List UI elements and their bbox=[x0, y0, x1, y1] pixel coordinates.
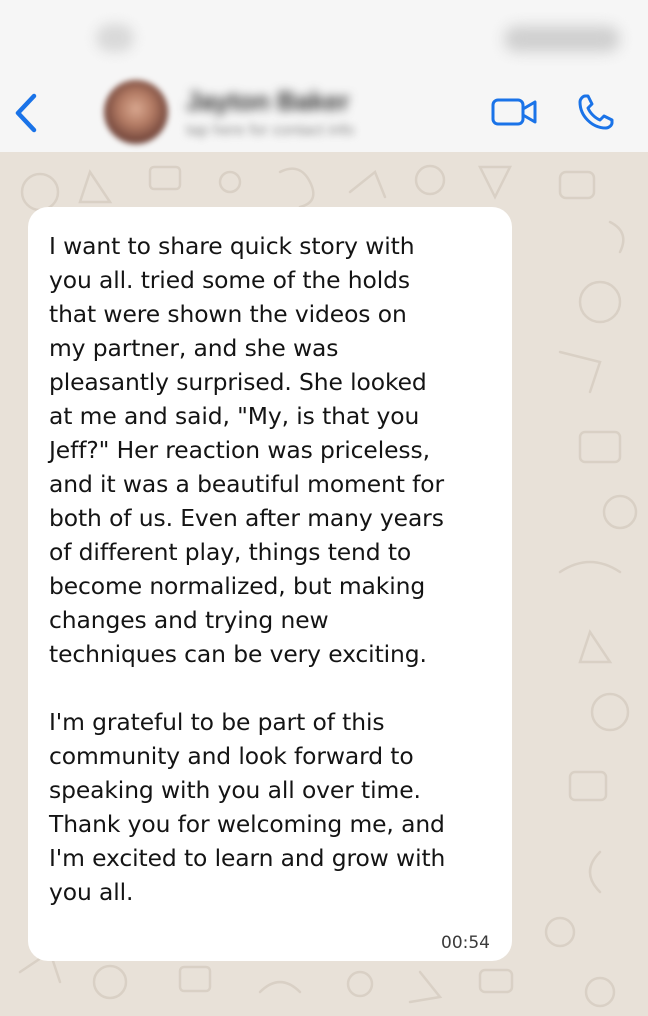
voice-call-button[interactable] bbox=[576, 92, 616, 132]
message-paragraph: I want to share quick story with you all… bbox=[49, 232, 445, 668]
chat-header: Jayton Baker tap here for contact info bbox=[0, 0, 648, 153]
status-bar-indicators bbox=[504, 26, 620, 52]
chevron-left-icon bbox=[15, 93, 37, 133]
message-bubble[interactable]: I want to share quick story with you all… bbox=[28, 207, 512, 961]
status-bar-time bbox=[96, 24, 134, 52]
contact-subtitle[interactable]: tap here for contact info bbox=[186, 122, 354, 140]
video-call-button[interactable] bbox=[490, 96, 538, 128]
contact-name[interactable]: Jayton Baker bbox=[186, 86, 349, 117]
message-timestamp: 00:54 bbox=[441, 933, 490, 953]
video-camera-icon bbox=[491, 98, 537, 126]
contact-avatar[interactable] bbox=[104, 80, 168, 144]
message-paragraph: I'm grateful to be part of this communit… bbox=[49, 708, 446, 906]
phone-icon bbox=[578, 94, 614, 130]
back-button[interactable] bbox=[10, 90, 44, 136]
